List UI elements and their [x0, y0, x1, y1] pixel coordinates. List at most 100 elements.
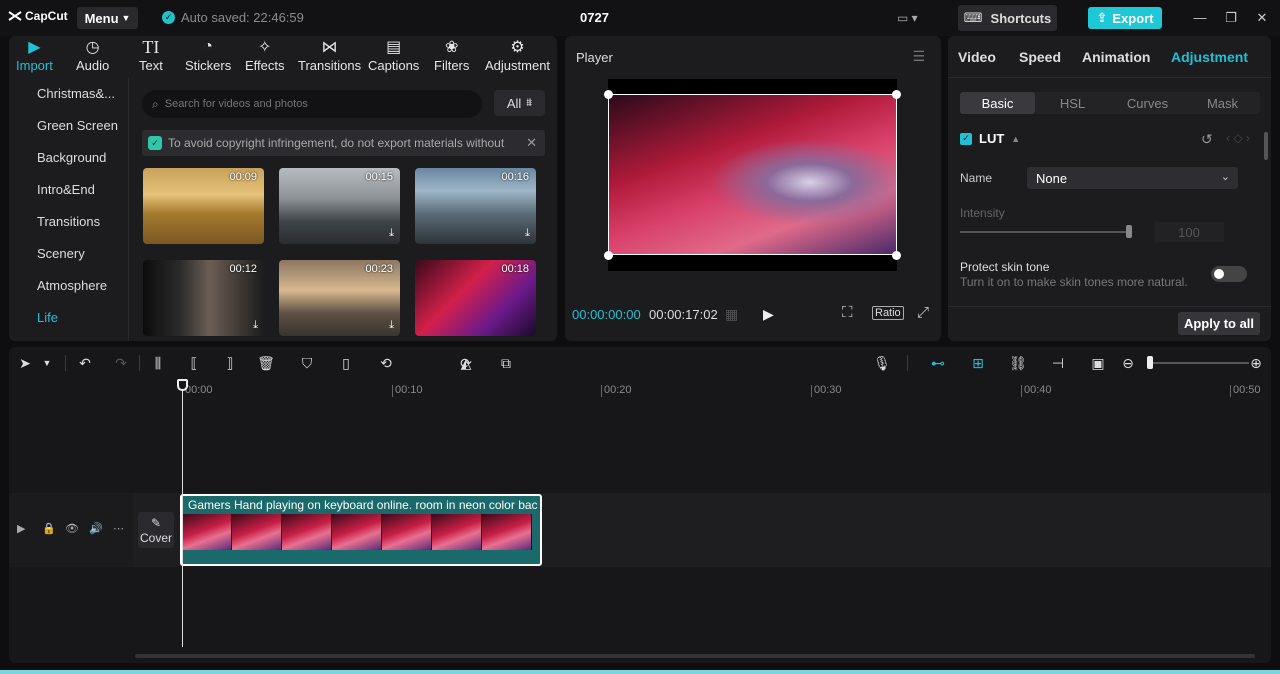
- tab-video[interactable]: Video: [958, 49, 996, 65]
- fullscreen-icon[interactable]: ⤢: [917, 304, 929, 321]
- maximize-icon[interactable]: ❐: [1223, 10, 1239, 26]
- audio-icon[interactable]: 🔊: [89, 522, 103, 535]
- crop-icon[interactable]: ⧉: [496, 354, 516, 372]
- keyframe-nav-icon[interactable]: ‹ ◇ ›: [1226, 131, 1250, 145]
- main-track-magnet-icon[interactable]: ⊷: [928, 354, 948, 372]
- zoom-out-icon[interactable]: ⊖: [1118, 354, 1138, 372]
- tab-effects[interactable]: ✧ Effects: [245, 38, 285, 73]
- media-thumbnail[interactable]: 00:12 ⤓: [143, 260, 264, 336]
- eye-icon[interactable]: 👁: [65, 522, 79, 535]
- fit-view-icon[interactable]: ⛶: [842, 304, 853, 321]
- category-item[interactable]: Green Screen: [37, 118, 118, 133]
- filter-button[interactable]: All ⩩: [494, 90, 545, 116]
- tab-filters[interactable]: ❀ Filters: [434, 38, 469, 73]
- subtab-basic[interactable]: Basic: [960, 92, 1035, 114]
- tab-adjustment[interactable]: ⚙ Adjustment: [485, 38, 550, 73]
- split-icon[interactable]: ⫼: [148, 354, 168, 372]
- hamburger-menu-icon[interactable]: ☰: [912, 48, 925, 65]
- download-icon[interactable]: ⤓: [253, 319, 258, 332]
- undo-icon[interactable]: ↶: [75, 354, 95, 372]
- shortcuts-button[interactable]: ⌨ Shortcuts: [958, 5, 1057, 31]
- resize-handle[interactable]: [892, 251, 901, 260]
- marker-icon[interactable]: ⛉: [297, 354, 317, 372]
- chevron-down-icon[interactable]: ▼: [37, 354, 57, 372]
- media-thumbnail[interactable]: 00:15 ⤓: [279, 168, 400, 244]
- close-icon[interactable]: ✕: [1254, 10, 1270, 26]
- scrollbar[interactable]: [1264, 132, 1268, 160]
- auto-snap-icon[interactable]: ⊞: [968, 354, 988, 372]
- resize-handle[interactable]: [604, 90, 613, 99]
- split-left-icon[interactable]: ⟦: [184, 354, 204, 372]
- lut-name-select[interactable]: None ⌄: [1027, 167, 1238, 189]
- playhead[interactable]: [182, 379, 183, 647]
- download-icon[interactable]: ⤓: [389, 319, 394, 332]
- media-thumbnail[interactable]: 00:23 ⤓: [279, 260, 400, 336]
- zoom-in-icon[interactable]: ⊕: [1246, 354, 1266, 372]
- category-item[interactable]: Transitions: [37, 214, 100, 229]
- preview-axis-icon[interactable]: ⊣: [1048, 354, 1068, 372]
- frames-list-icon[interactable]: ▦: [725, 306, 738, 323]
- horizontal-scrollbar[interactable]: [135, 654, 1255, 658]
- search-input[interactable]: [164, 98, 465, 110]
- reverse-icon[interactable]: ⟲: [376, 354, 396, 372]
- reset-icon[interactable]: ↺: [1201, 131, 1213, 148]
- category-item[interactable]: Background: [37, 150, 106, 165]
- lut-checkbox[interactable]: ✓: [960, 132, 972, 145]
- close-icon[interactable]: ✕: [526, 135, 537, 151]
- play-icon[interactable]: ▶: [763, 306, 774, 323]
- download-icon[interactable]: ⤓: [525, 227, 530, 240]
- subtab-hsl[interactable]: HSL: [1035, 92, 1110, 114]
- search-box[interactable]: ⌕: [142, 90, 482, 118]
- category-item-active[interactable]: Life: [37, 310, 58, 325]
- lock-icon[interactable]: 🔒: [42, 522, 56, 535]
- tab-import[interactable]: ▶ Import: [16, 38, 53, 73]
- video-frame[interactable]: [608, 94, 897, 255]
- link-icon[interactable]: ⛓: [1008, 354, 1028, 372]
- tab-speed[interactable]: Speed: [1019, 49, 1061, 65]
- zoom-fit-icon[interactable]: ▣: [1088, 354, 1108, 372]
- split-right-icon[interactable]: ⟧: [220, 354, 240, 372]
- resize-handle[interactable]: [892, 90, 901, 99]
- intensity-slider-track[interactable]: [960, 231, 1130, 233]
- tab-adjustment-active[interactable]: Adjustment: [1171, 49, 1248, 65]
- redo-icon[interactable]: ↷: [111, 354, 131, 372]
- cover-button[interactable]: ✎ Cover: [138, 512, 174, 548]
- minimize-icon[interactable]: —: [1192, 10, 1208, 25]
- media-thumbnail[interactable]: 00:09: [143, 168, 264, 244]
- chevron-up-icon[interactable]: ▲: [1011, 134, 1020, 144]
- media-thumbnail[interactable]: 00:18: [415, 260, 536, 336]
- download-icon[interactable]: ⤓: [389, 227, 394, 240]
- video-clip[interactable]: Gamers Hand playing on keyboard online. …: [180, 494, 542, 566]
- rotate-icon[interactable]: ⟳: [456, 354, 476, 372]
- intensity-value-field[interactable]: 100: [1154, 222, 1224, 242]
- category-item[interactable]: Intro&End: [37, 182, 95, 197]
- tab-animation[interactable]: Animation: [1082, 49, 1150, 65]
- playhead-handle[interactable]: [177, 379, 188, 391]
- microphone-icon[interactable]: 🎙: [872, 354, 892, 372]
- tab-stickers[interactable]: ◔ Stickers: [185, 38, 231, 73]
- category-item[interactable]: Atmosphere: [37, 278, 107, 293]
- menu-button[interactable]: Menu ▼: [77, 7, 138, 29]
- timeline-ruler[interactable]: 00:00 00:10 00:20 00:30 00:40 00:50: [9, 379, 1271, 401]
- subtab-curves[interactable]: Curves: [1110, 92, 1185, 114]
- apply-to-all-button[interactable]: Apply to all: [1178, 312, 1260, 335]
- protect-skin-toggle[interactable]: [1211, 266, 1247, 282]
- select-tool-icon[interactable]: ➤: [15, 354, 35, 372]
- intensity-slider-handle[interactable]: [1126, 225, 1132, 238]
- more-icon[interactable]: ⋯: [113, 522, 124, 535]
- layout-icon[interactable]: ▭ ▾: [897, 11, 918, 25]
- category-item[interactable]: Christmas&...: [37, 86, 115, 101]
- ratio-button[interactable]: Ratio: [872, 306, 904, 320]
- export-button[interactable]: ⇪ Export: [1088, 7, 1162, 29]
- tab-transitions[interactable]: ⋈ Transitions: [298, 38, 361, 73]
- tab-audio[interactable]: ◷ Audio: [76, 38, 109, 73]
- delete-icon[interactable]: 🗑: [256, 354, 276, 372]
- tab-text[interactable]: TI Text: [139, 37, 163, 74]
- zoom-slider-track[interactable]: [1149, 362, 1249, 364]
- subtab-mask[interactable]: Mask: [1185, 92, 1260, 114]
- resize-handle[interactable]: [604, 251, 613, 260]
- tab-captions[interactable]: ▤ Captions: [368, 38, 419, 73]
- zoom-slider-handle[interactable]: [1147, 356, 1153, 369]
- category-item[interactable]: Scenery: [37, 246, 85, 261]
- freeze-frame-icon[interactable]: ▯: [336, 354, 356, 372]
